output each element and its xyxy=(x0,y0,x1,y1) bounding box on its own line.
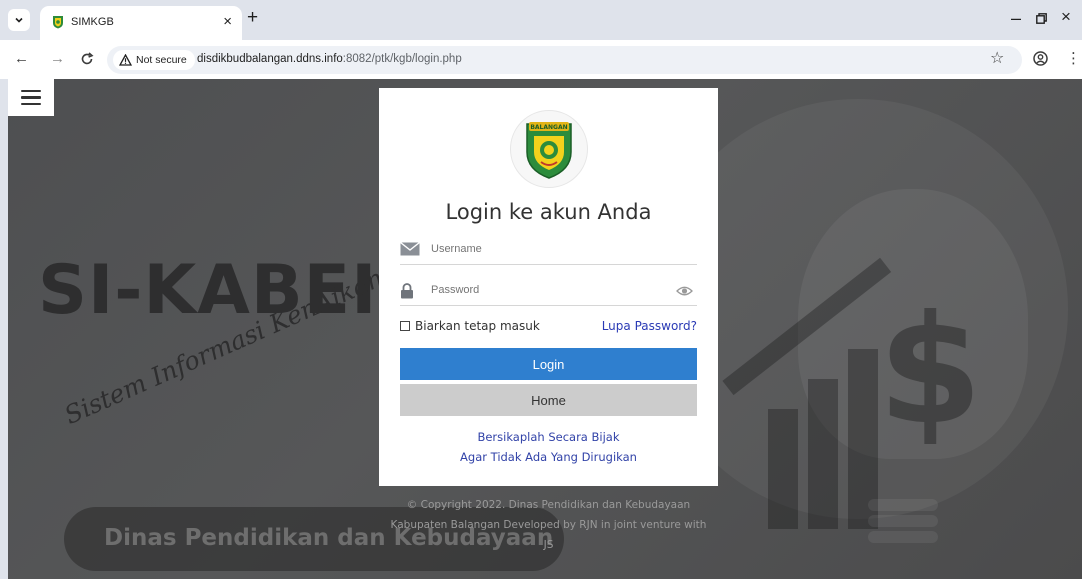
home-button[interactable]: Home xyxy=(400,384,697,416)
login-button[interactable]: Login xyxy=(400,348,697,380)
security-label: Not secure xyxy=(136,54,187,66)
tab-search-button[interactable] xyxy=(8,9,30,31)
balangan-logo: BALANGAN xyxy=(510,110,588,188)
favicon-icon xyxy=(53,16,63,29)
illustration-bar xyxy=(768,409,798,529)
window-close-icon[interactable]: × xyxy=(1061,7,1071,27)
star-icon[interactable]: ☆ xyxy=(990,48,1004,68)
coin-illustration xyxy=(868,515,938,527)
login-card: BALANGAN Login ke akun Anda Username Bia… xyxy=(379,88,718,486)
menu-dots-icon[interactable]: ⋮ xyxy=(1066,49,1081,67)
new-tab-button[interactable]: + xyxy=(247,8,258,28)
browser-tab-bar: SIMKGB × + – × xyxy=(0,0,1082,40)
footer-line-1: © Copyright 2022. Dinas Pendidikan dan K… xyxy=(406,499,691,511)
coin-illustration xyxy=(868,531,938,543)
remember-me[interactable]: Biarkan tetap masuk xyxy=(400,319,540,333)
minimize-icon[interactable]: – xyxy=(1011,8,1021,29)
hamburger-menu-icon[interactable] xyxy=(8,79,54,116)
tab-title: SIMKGB xyxy=(71,16,114,28)
motto-line-2: Agar Tidak Ada Yang Dirugikan xyxy=(460,450,637,464)
eye-icon[interactable] xyxy=(676,285,693,297)
browser-tab-active[interactable]: SIMKGB × xyxy=(40,6,242,40)
balangan-emblem-icon: BALANGAN xyxy=(526,122,572,179)
url-text[interactable]: disdikbudbalangan.ddns.info:8082/ptk/kgb… xyxy=(197,53,462,65)
illustration-bar xyxy=(808,379,838,529)
password-field[interactable] xyxy=(400,279,697,306)
url-path: :8082/ptk/kgb/login.php xyxy=(342,53,462,65)
logo-text: BALANGAN xyxy=(530,124,567,131)
restore-icon[interactable] xyxy=(1036,13,1047,24)
footer-line-2: Kabupaten Balangan Developed by RJN in j… xyxy=(390,519,707,531)
username-field[interactable] xyxy=(400,238,697,265)
coin-illustration xyxy=(868,499,938,511)
browser-toolbar: ← → Not secure disdikbudbalangan.ddns.in… xyxy=(0,40,1082,79)
password-input[interactable] xyxy=(431,284,661,296)
reload-icon[interactable] xyxy=(80,52,94,66)
remember-checkbox[interactable] xyxy=(400,321,410,331)
login-title: Login ke akun Anda xyxy=(445,200,652,224)
envelope-icon xyxy=(400,242,420,256)
remember-label: Biarkan tetap masuk xyxy=(415,319,540,333)
tab-close-icon[interactable]: × xyxy=(223,13,232,31)
back-icon[interactable]: ← xyxy=(14,49,29,69)
security-indicator[interactable]: Not secure xyxy=(113,50,195,70)
motto-line-1: Bersikaplah Secara Bijak xyxy=(477,430,620,444)
forward-icon[interactable]: → xyxy=(50,49,65,69)
footer-line-3: JS xyxy=(543,539,554,551)
lock-icon xyxy=(401,283,413,299)
profile-icon[interactable] xyxy=(1033,51,1048,66)
address-bar[interactable]: Not secure disdikbudbalangan.ddns.info:8… xyxy=(107,46,1022,74)
url-host: disdikbudbalangan.ddns.info xyxy=(197,53,343,65)
dollar-sign-illustration: $ xyxy=(878,284,983,458)
warning-icon xyxy=(119,54,132,66)
footer-copyright: © Copyright 2022. Dinas Pendidikan dan K… xyxy=(379,495,718,555)
chevron-down-icon xyxy=(15,17,23,23)
page-viewport: $ SI-KABEI Sistem Informasi KenAikan G D… xyxy=(8,79,1082,579)
username-input[interactable] xyxy=(431,243,661,255)
forgot-password-link[interactable]: Lupa Password? xyxy=(602,319,697,333)
